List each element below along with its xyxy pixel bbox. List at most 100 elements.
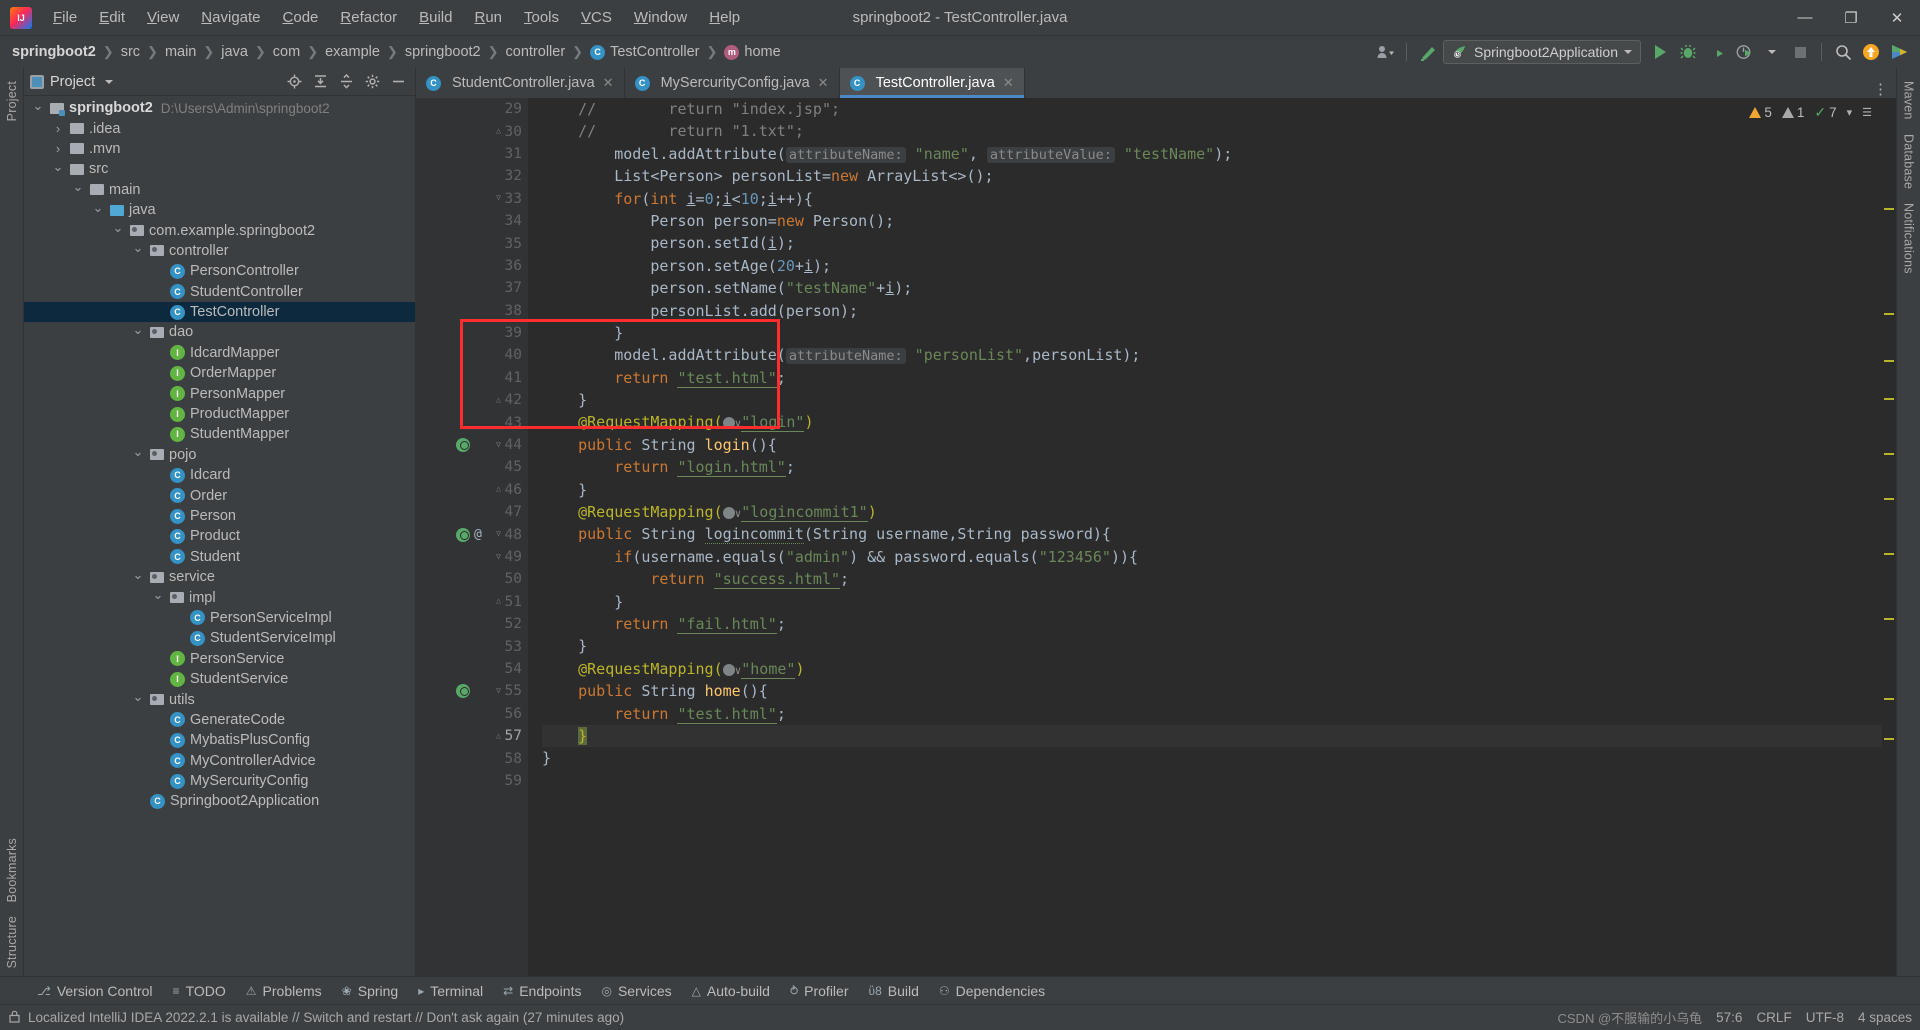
annotation-gutter-icon[interactable]: @ bbox=[474, 527, 482, 542]
code-line-55[interactable]: public String home(){ bbox=[542, 680, 1882, 702]
code-line-37[interactable]: person.setName("testName"+i); bbox=[542, 277, 1882, 299]
warnings-count[interactable]: 5 bbox=[1749, 105, 1772, 120]
run-with-coverage-icon[interactable] bbox=[1703, 40, 1729, 64]
tool-window-auto-build[interactable]: △ Auto-build bbox=[683, 980, 779, 1002]
run-configuration-selector[interactable]: Springboot2Application bbox=[1443, 40, 1641, 64]
code-line-50[interactable]: return "success.html"; bbox=[542, 568, 1882, 590]
tool-window-problems[interactable]: ⚠ Problems bbox=[237, 980, 331, 1002]
stop-icon[interactable] bbox=[1787, 40, 1813, 64]
inspections-menu-icon[interactable]: ☰ bbox=[1862, 106, 1872, 119]
fold-end-icon[interactable]: △ bbox=[493, 484, 504, 495]
chevron-right-icon[interactable] bbox=[52, 122, 64, 135]
tree-item-pojo[interactable]: pojo bbox=[24, 445, 415, 465]
profiler-icon[interactable] bbox=[1731, 40, 1757, 64]
code-line-47[interactable]: @RequestMapping(∨"logincommit1") bbox=[542, 501, 1882, 523]
code-line-30[interactable]: // return "1.txt"; bbox=[542, 120, 1882, 142]
code-line-31[interactable]: model.addAttribute(attributeName: "name"… bbox=[542, 143, 1882, 165]
tool-window-profiler[interactable]: ⥁ Profiler bbox=[781, 980, 858, 1002]
close-icon[interactable]: ✕ bbox=[818, 75, 829, 91]
gutter-line-54[interactable]: 54 bbox=[416, 658, 528, 680]
settings-icon[interactable] bbox=[361, 71, 383, 93]
line-separator[interactable]: CRLF bbox=[1756, 1010, 1791, 1025]
maximize-button[interactable]: ❐ bbox=[1828, 1, 1874, 35]
menu-help[interactable]: Help bbox=[698, 5, 751, 30]
tree-item-springboot2[interactable]: springboot2 D:\Users\Admin\springboot2 bbox=[24, 98, 415, 118]
gutter-line-31[interactable]: 31 bbox=[416, 143, 528, 165]
gutter-line-44[interactable]: ▽ 44 bbox=[416, 434, 528, 456]
minimize-button[interactable]: — bbox=[1782, 1, 1828, 35]
chevron-down-icon[interactable] bbox=[132, 326, 144, 339]
file-encoding[interactable]: UTF-8 bbox=[1806, 1010, 1844, 1025]
gutter-line-46[interactable]: △ 46 bbox=[416, 479, 528, 501]
user-account-icon[interactable] bbox=[1372, 40, 1398, 64]
tool-window-todo[interactable]: ≡ TODO bbox=[164, 980, 235, 1002]
web-mapping-icon[interactable]: ∨ bbox=[722, 503, 741, 521]
fold-start-icon[interactable]: ▽ bbox=[493, 686, 504, 697]
gutter-line-45[interactable]: 45 bbox=[416, 456, 528, 478]
error-stripe-marker[interactable] bbox=[1884, 618, 1894, 620]
gutter-line-59[interactable]: 59 bbox=[416, 770, 528, 792]
tree-item-personmapper[interactable]: I PersonMapper bbox=[24, 383, 415, 403]
tree-item-utils[interactable]: utils bbox=[24, 689, 415, 709]
gutter-line-33[interactable]: ▽ 33 bbox=[416, 188, 528, 210]
tool-window-structure[interactable]: Structure bbox=[2, 909, 22, 976]
build-icon[interactable] bbox=[1415, 40, 1441, 64]
chevron-down-icon[interactable] bbox=[112, 224, 124, 237]
ide-feature-trainer-icon[interactable] bbox=[1886, 40, 1912, 64]
profiler-dropdown-icon[interactable] bbox=[1759, 40, 1785, 64]
breadcrumb-item-testcontroller[interactable]: C TestController bbox=[586, 42, 703, 62]
tree-item-studentservice[interactable]: I StudentService bbox=[24, 669, 415, 689]
menu-run[interactable]: Run bbox=[463, 5, 513, 30]
code-line-57[interactable]: } bbox=[542, 724, 1882, 748]
code-line-52[interactable]: return "fail.html"; bbox=[542, 613, 1882, 635]
error-stripe-marker[interactable] bbox=[1884, 738, 1894, 740]
close-icon[interactable]: ✕ bbox=[1003, 75, 1014, 91]
gutter-line-50[interactable]: 50 bbox=[416, 568, 528, 590]
error-stripe-marker[interactable] bbox=[1884, 313, 1894, 315]
editor-tab-mysercurityconfig-java[interactable]: C MySercurityConfig.java ✕ bbox=[625, 68, 840, 98]
tree-item-personcontroller[interactable]: C PersonController bbox=[24, 261, 415, 281]
code-line-38[interactable]: personList.add(person); bbox=[542, 300, 1882, 322]
tree-item-idcard[interactable]: C Idcard bbox=[24, 465, 415, 485]
chevron-down-icon[interactable] bbox=[152, 591, 164, 604]
chevron-down-icon[interactable] bbox=[132, 448, 144, 461]
code-line-53[interactable]: } bbox=[542, 635, 1882, 657]
chevron-down-icon[interactable] bbox=[132, 693, 144, 706]
run-gutter-icon[interactable] bbox=[456, 527, 470, 542]
chevron-down-icon[interactable] bbox=[132, 571, 144, 584]
tree-item-mysercurityconfig[interactable]: C MySercurityConfig bbox=[24, 771, 415, 791]
fold-start-icon[interactable]: ▽ bbox=[493, 529, 504, 540]
tree-item-main[interactable]: main bbox=[24, 180, 415, 200]
breadcrumb-item-springboot2[interactable]: springboot2 bbox=[8, 42, 100, 62]
tree-item-studentmapper[interactable]: I StudentMapper bbox=[24, 424, 415, 444]
gutter-line-37[interactable]: 37 bbox=[416, 277, 528, 299]
tree-item-product[interactable]: C Product bbox=[24, 526, 415, 546]
editor-tabs-options-icon[interactable]: ⋮ bbox=[1873, 80, 1896, 98]
fold-end-icon[interactable]: △ bbox=[493, 596, 504, 607]
code-line-41[interactable]: return "test.html"; bbox=[542, 367, 1882, 389]
error-stripe-marker[interactable] bbox=[1884, 453, 1894, 455]
gutter-line-43[interactable]: 43 bbox=[416, 411, 528, 433]
error-stripe-markers[interactable] bbox=[1882, 98, 1896, 976]
code-line-58[interactable]: } bbox=[542, 747, 1882, 769]
tool-window-version-control[interactable]: ⎇ Version Control bbox=[28, 980, 162, 1002]
tool-window-build[interactable]: ὒ8 Build bbox=[860, 980, 928, 1002]
tool-window-notifications[interactable]: Notifications bbox=[1899, 196, 1919, 281]
code-line-35[interactable]: person.setId(i); bbox=[542, 232, 1882, 254]
code-line-40[interactable]: model.addAttribute(attributeName: "perso… bbox=[542, 344, 1882, 366]
error-stripe-marker[interactable] bbox=[1884, 498, 1894, 500]
chevron-down-icon[interactable] bbox=[52, 163, 64, 176]
tree-item-dao[interactable]: dao bbox=[24, 322, 415, 342]
tree-item-studentcontroller[interactable]: C StudentController bbox=[24, 282, 415, 302]
breadcrumb-item-springboot2[interactable]: springboot2 bbox=[401, 42, 485, 62]
gutter-line-49[interactable]: ▽ 49 bbox=[416, 546, 528, 568]
error-stripe-marker[interactable] bbox=[1884, 698, 1894, 700]
chevron-down-icon[interactable]: ▾ bbox=[1847, 106, 1853, 119]
breadcrumb-item-java[interactable]: java bbox=[217, 42, 252, 62]
gutter-line-55[interactable]: ▽ 55 bbox=[416, 680, 528, 702]
breadcrumb-item-src[interactable]: src bbox=[117, 42, 144, 62]
tool-window-spring[interactable]: ❀ Spring bbox=[333, 980, 408, 1002]
tree-item-generatecode[interactable]: C GenerateCode bbox=[24, 710, 415, 730]
editor-gutter[interactable]: 29 △ 30 31 32 ▽ 33 34 35 36 37 38 39 40 41 △ 42 43 ▽ 44 45 △ 4… bbox=[416, 98, 528, 976]
run-gutter-icon[interactable] bbox=[456, 684, 470, 699]
